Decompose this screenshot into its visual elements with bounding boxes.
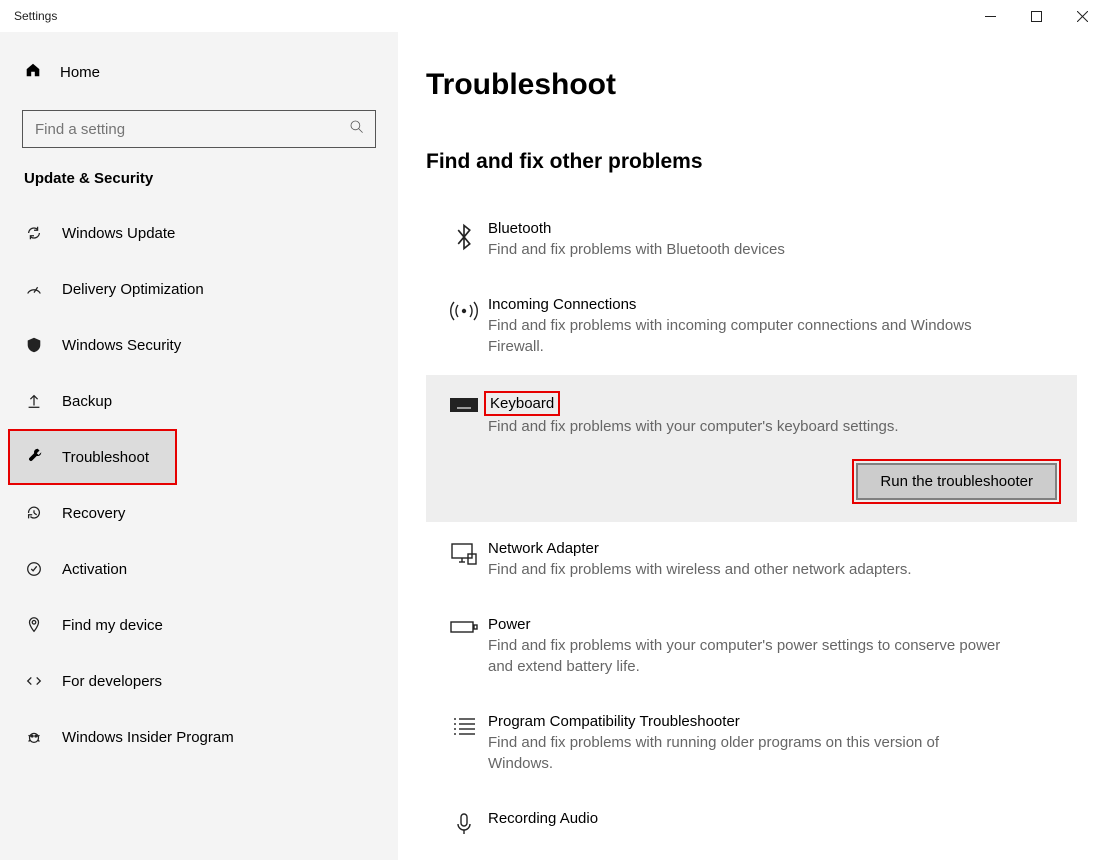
ts-desc: Find and fix problems with your computer… [488, 416, 1008, 437]
location-icon [24, 616, 44, 634]
highlighted-title: Keyboard [484, 391, 560, 416]
ts-title: Power [488, 616, 1063, 633]
maximize-button[interactable] [1013, 0, 1059, 32]
ts-desc: Find and fix problems with Bluetooth dev… [488, 239, 1008, 260]
section-title: Find and fix other problems [426, 150, 1077, 174]
sidebar-item-windows-insider[interactable]: Windows Insider Program [0, 709, 398, 765]
sidebar-item-backup[interactable]: Backup [0, 373, 398, 429]
ts-item-bluetooth[interactable]: Bluetooth Find and fix problems with Blu… [426, 202, 1077, 278]
ts-item-network-adapter[interactable]: Network Adapter Find and fix problems wi… [426, 522, 1077, 598]
ts-title: Bluetooth [488, 220, 1063, 237]
ts-desc: Find and fix problems with running older… [488, 732, 1008, 774]
ts-item-power[interactable]: Power Find and fix problems with your co… [426, 598, 1077, 695]
bluetooth-icon [440, 220, 488, 260]
list-icon [440, 713, 488, 774]
battery-icon [440, 616, 488, 677]
sidebar-item-delivery-optimization[interactable]: Delivery Optimization [0, 261, 398, 317]
sidebar-item-activation[interactable]: Activation [0, 541, 398, 597]
microphone-icon [440, 810, 488, 838]
run-troubleshooter-button[interactable]: Run the troubleshooter [856, 463, 1057, 500]
ts-title: Network Adapter [488, 540, 1063, 557]
ts-title: Program Compatibility Troubleshooter [488, 713, 1063, 730]
title-bar: Settings [0, 0, 1105, 32]
ts-desc: Find and fix problems with wireless and … [488, 559, 1008, 580]
monitor-icon [440, 540, 488, 580]
bug-icon [24, 728, 44, 746]
search-box[interactable] [22, 110, 376, 148]
shield-icon [24, 336, 44, 354]
highlighted-action: Run the troubleshooter [852, 459, 1061, 504]
search-icon [349, 119, 365, 139]
home-label: Home [60, 64, 100, 81]
history-icon [24, 504, 44, 522]
keyboard-icon [440, 393, 488, 437]
close-button[interactable] [1059, 0, 1105, 32]
sidebar-item-windows-security[interactable]: Windows Security [0, 317, 398, 373]
sidebar-item-troubleshoot[interactable]: Troubleshoot [8, 429, 177, 485]
ts-item-compatibility[interactable]: Program Compatibility Troubleshooter Fin… [426, 695, 1077, 792]
sidebar-item-recovery[interactable]: Recovery [0, 485, 398, 541]
search-input[interactable] [33, 120, 349, 139]
ts-title: Incoming Connections [488, 296, 1063, 313]
nav-list: Windows Update Delivery Optimization Win… [0, 205, 398, 765]
ts-title: Keyboard [490, 395, 554, 412]
code-icon [24, 672, 44, 690]
wrench-icon [26, 446, 44, 468]
sync-icon [24, 224, 44, 242]
ts-desc: Find and fix problems with incoming comp… [488, 315, 1008, 357]
ts-desc: Find and fix problems with your computer… [488, 635, 1008, 677]
window-title: Settings [14, 9, 57, 23]
sidebar-item-label: Delivery Optimization [62, 281, 204, 298]
ts-item-incoming-connections[interactable]: Incoming Connections Find and fix proble… [426, 278, 1077, 375]
sidebar-item-label: Backup [62, 393, 112, 410]
check-circle-icon [24, 560, 44, 578]
sidebar-item-for-developers[interactable]: For developers [0, 653, 398, 709]
sidebar-item-label: For developers [62, 673, 162, 690]
upload-icon [24, 392, 44, 410]
page-title: Troubleshoot [426, 68, 1077, 102]
antenna-icon [440, 296, 488, 357]
home-icon [24, 61, 42, 83]
gauge-icon [24, 280, 44, 298]
sidebar-item-label: Windows Security [62, 337, 181, 354]
sidebar-item-find-my-device[interactable]: Find my device [0, 597, 398, 653]
ts-item-keyboard[interactable]: Keyboard Find and fix problems with your… [426, 375, 1077, 522]
minimize-button[interactable] [967, 0, 1013, 32]
ts-title: Recording Audio [488, 810, 1063, 827]
sidebar-item-label: Recovery [62, 505, 125, 522]
sidebar-item-windows-update[interactable]: Windows Update [0, 205, 398, 261]
home-link[interactable]: Home [0, 50, 398, 94]
ts-item-recording-audio[interactable]: Recording Audio [426, 792, 1077, 856]
sidebar-item-label: Find my device [62, 617, 163, 634]
main-content: Troubleshoot Find and fix other problems… [398, 32, 1105, 860]
sidebar-item-label: Windows Update [62, 225, 175, 242]
sidebar-item-label: Troubleshoot [62, 449, 149, 466]
category-title: Update & Security [0, 166, 398, 205]
sidebar: Home Update & Security Windows Update [0, 32, 398, 860]
sidebar-item-label: Activation [62, 561, 127, 578]
troubleshooter-list: Bluetooth Find and fix problems with Blu… [426, 202, 1077, 856]
sidebar-item-label: Windows Insider Program [62, 729, 234, 746]
